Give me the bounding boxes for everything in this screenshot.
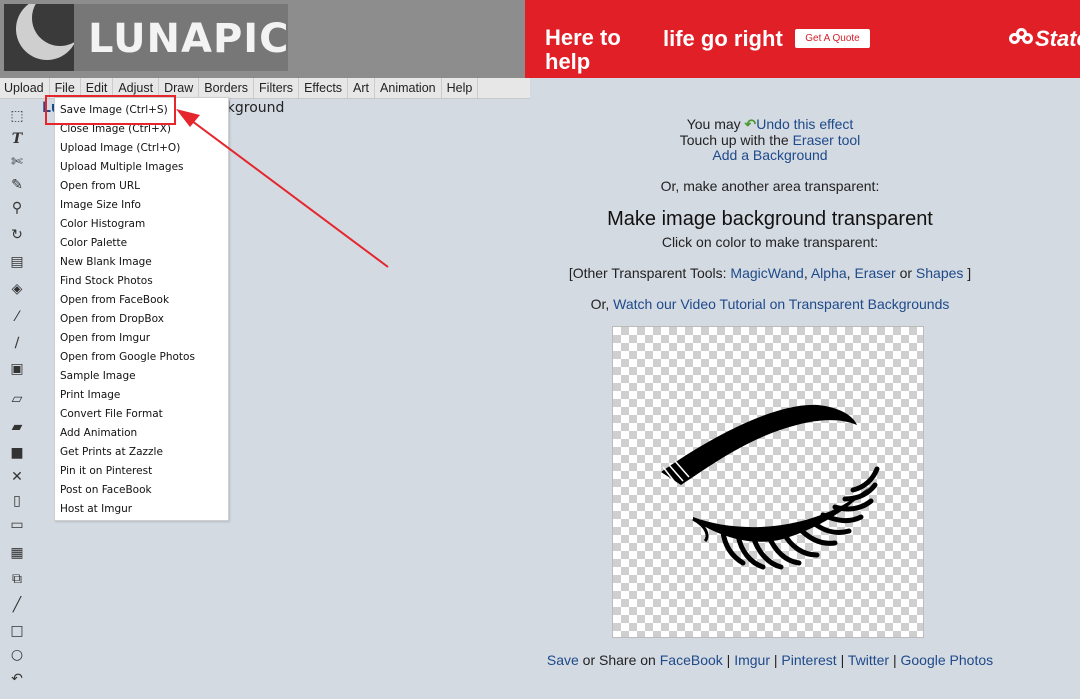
menu-item-open-url[interactable]: Open from URL (55, 177, 228, 196)
another-area-text: Or, make another area transparent: (660, 178, 880, 194)
eraser-icon[interactable]: ▱ (9, 391, 25, 407)
menu-item-host-imgur[interactable]: Host at Imgur (55, 500, 228, 519)
image-stack-icon[interactable]: ▣ (9, 361, 25, 377)
eraser-tool-link[interactable]: Eraser tool (793, 132, 861, 148)
instruction-text: Click on color to make transparent: (661, 234, 879, 250)
shapes-link[interactable]: Shapes (916, 265, 963, 281)
pencil-icon[interactable]: ✎ (9, 177, 25, 193)
magicwand-link[interactable]: MagicWand (730, 265, 803, 281)
separator: | (840, 652, 845, 668)
menu-borders[interactable]: Borders (199, 78, 255, 98)
alpha-link[interactable]: Alpha (811, 265, 847, 281)
menu-filters[interactable]: Filters (254, 78, 300, 98)
undo-arrow-icon: ↶ (744, 116, 757, 132)
menu-item-find-stock-photos[interactable]: Find Stock Photos (55, 272, 228, 291)
close-icon[interactable]: ✕ (9, 469, 25, 485)
scissors-icon[interactable]: ✄ (9, 154, 25, 170)
separator: | (726, 652, 731, 668)
menu-item-image-size-info[interactable]: Image Size Info (55, 196, 228, 215)
main-heading: Make image background transparent (607, 208, 933, 230)
menu-item-new-blank-image[interactable]: New Blank Image (55, 253, 228, 272)
eraser-link[interactable]: Eraser (854, 265, 895, 281)
rotate-icon[interactable]: ↻ (9, 227, 25, 243)
lashes-group (720, 466, 880, 570)
crop-icon[interactable]: ▤ (9, 254, 25, 270)
menu-item-open-facebook[interactable]: Open from FaceBook (55, 291, 228, 310)
separator: | (773, 652, 778, 668)
print-icon[interactable]: ▭ (9, 517, 25, 533)
share-on-text: or Share on (582, 652, 656, 668)
menu-item-post-facebook[interactable]: Post on FaceBook (55, 481, 228, 500)
circle-icon[interactable]: ○ (9, 647, 25, 663)
open-folder-icon[interactable]: ▰ (9, 419, 25, 435)
text-icon[interactable]: T (9, 131, 25, 147)
menu-item-upload-image[interactable]: Upload Image (Ctrl+O) (55, 139, 228, 158)
menu-item-sample-image[interactable]: Sample Image (55, 367, 228, 386)
zoom-icon[interactable]: ⚲ (9, 200, 25, 216)
touch-up-text: Touch up with the (679, 132, 789, 148)
image-canvas[interactable] (612, 326, 924, 638)
menu-item-color-histogram[interactable]: Color Histogram (55, 215, 228, 234)
share-line: Save or Share on FaceBook | Imgur | Pint… (440, 652, 1080, 668)
facebook-link[interactable]: FaceBook (660, 652, 723, 668)
menu-item-prints-zazzle[interactable]: Get Prints at Zazzle (55, 443, 228, 462)
gallery-icon[interactable]: ▦ (9, 545, 25, 561)
eyedropper-icon[interactable]: ⁄ (9, 309, 25, 325)
undo-line: You may ↶Undo this effect (440, 116, 1080, 133)
menu-item-print-image[interactable]: Print Image (55, 386, 228, 405)
twitter-link[interactable]: Twitter (848, 652, 889, 668)
eraser-line: Touch up with the Eraser tool (440, 132, 1080, 148)
pinterest-link[interactable]: Pinterest (781, 652, 836, 668)
moon-logo-icon (4, 4, 74, 71)
new-page-icon[interactable]: ▯ (9, 493, 25, 509)
background-line: Add a Background (440, 147, 1080, 163)
line-icon[interactable]: ╱ (9, 597, 25, 613)
menu-item-upload-multiple[interactable]: Upload Multiple Images (55, 158, 228, 177)
add-background-link[interactable]: Add a Background (712, 147, 827, 163)
file-dropdown-menu: Save Image (Ctrl+S) Close Image (Ctrl+X)… (54, 97, 229, 521)
other-tools-suffix: ] (967, 265, 972, 281)
separator: | (892, 652, 897, 668)
undo-prefix-text: You may (686, 116, 741, 132)
lunapic-logo[interactable]: LUNAPIC (4, 4, 288, 71)
undo-icon[interactable]: ↶ (9, 671, 25, 687)
eyelash-image (661, 404, 880, 570)
or-text: or (899, 265, 913, 281)
menu-effects[interactable]: Effects (299, 78, 349, 98)
menu-item-open-imgur[interactable]: Open from Imgur (55, 329, 228, 348)
paint-bucket-icon[interactable]: ◈ (9, 281, 25, 297)
rectangle-icon[interactable]: □ (9, 623, 25, 639)
brush-icon[interactable]: ∕ (9, 335, 25, 351)
save-icon[interactable]: ■ (9, 445, 25, 461)
menu-item-color-palette[interactable]: Color Palette (55, 234, 228, 253)
menu-item-open-dropbox[interactable]: Open from DropBox (55, 310, 228, 329)
copy-icon[interactable]: ⧉ (9, 571, 25, 587)
menu-item-pin-pinterest[interactable]: Pin it on Pinterest (55, 462, 228, 481)
upper-lid-shape (661, 404, 857, 485)
google-photos-link[interactable]: Google Photos (901, 652, 994, 668)
menu-animation[interactable]: Animation (375, 78, 442, 98)
imgur-link[interactable]: Imgur (734, 652, 770, 668)
menu-upload[interactable]: Upload (0, 78, 50, 98)
menu-item-convert-format[interactable]: Convert File Format (55, 405, 228, 424)
undo-effect-link[interactable]: Undo this effect (756, 116, 853, 132)
video-prefix: Or, (590, 296, 610, 312)
save-link[interactable]: Save (547, 652, 579, 668)
save-image-highlight-box (45, 95, 176, 125)
video-tutorial-link[interactable]: Watch our Video Tutorial on Transparent … (613, 296, 949, 312)
video-line: Or, Watch our Video Tutorial on Transpar… (440, 296, 1080, 312)
other-tools-line: [Other Transparent Tools: MagicWand, Alp… (568, 265, 972, 281)
tool-sidebar: ⬚ T ✄ ✎ ⚲ ↻ ▤ ◈ ⁄ ∕ ▣ ▱ ▰ ■ ✕ ▯ ▭ ▦ ⧉ ╱ … (0, 99, 34, 699)
menu-art[interactable]: Art (348, 78, 376, 98)
menu-item-add-animation[interactable]: Add Animation (55, 424, 228, 443)
select-icon[interactable]: ⬚ (9, 108, 25, 124)
menu-item-open-google-photos[interactable]: Open from Google Photos (55, 348, 228, 367)
other-tools-prefix: [Other Transparent Tools: (568, 265, 727, 281)
logo-text: LUNAPIC (88, 16, 288, 62)
